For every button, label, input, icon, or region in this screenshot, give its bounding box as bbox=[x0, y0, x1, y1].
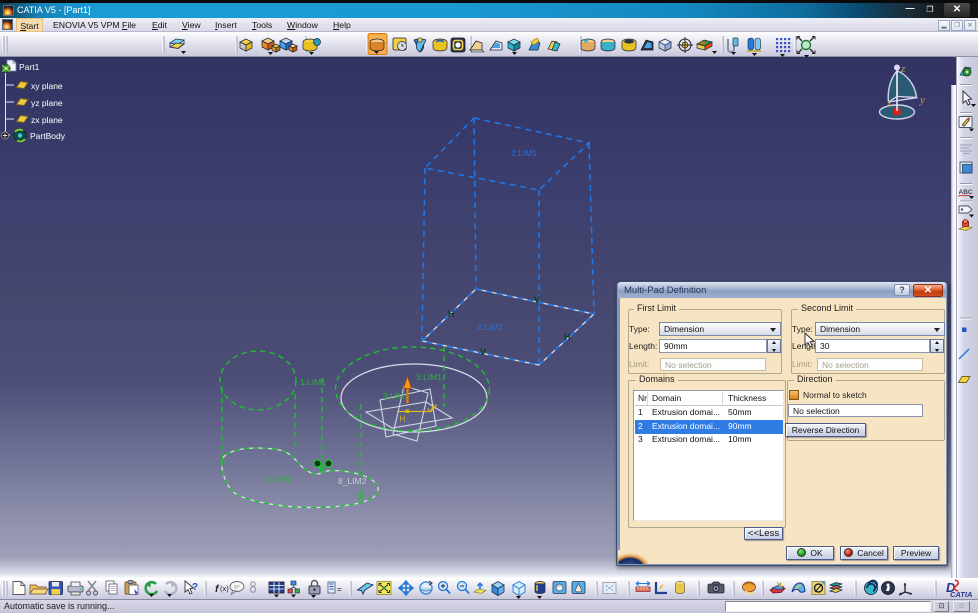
svg-text:1:LIM2: 1:LIM2 bbox=[266, 474, 292, 484]
svg-text:V: V bbox=[480, 347, 486, 357]
svg-text:3:LIM2: 3:LIM2 bbox=[383, 391, 409, 401]
svg-text:z: z bbox=[900, 63, 906, 75]
svg-text:CATIA: CATIA bbox=[950, 590, 972, 599]
svg-text:2:LIM1: 2:LIM1 bbox=[511, 148, 537, 158]
svg-text:=: = bbox=[337, 585, 342, 594]
svg-text:y: y bbox=[919, 94, 925, 106]
svg-text:8_LIM2: 8_LIM2 bbox=[338, 476, 367, 486]
svg-text:V: V bbox=[534, 295, 540, 305]
svg-text:(x): (x) bbox=[220, 584, 229, 593]
svg-text:2:LIM2: 2:LIM2 bbox=[477, 322, 503, 332]
svg-text:1:LIM1: 1:LIM1 bbox=[300, 377, 326, 387]
svg-text:H: H bbox=[448, 309, 455, 319]
svg-text:3:LIM1: 3:LIM1 bbox=[416, 372, 442, 382]
svg-text:x: x bbox=[886, 97, 892, 109]
svg-text:?: ? bbox=[192, 582, 198, 593]
svg-text:ABC: ABC bbox=[959, 189, 973, 196]
svg-text:H: H bbox=[400, 415, 406, 424]
svg-text:H: H bbox=[564, 332, 571, 342]
